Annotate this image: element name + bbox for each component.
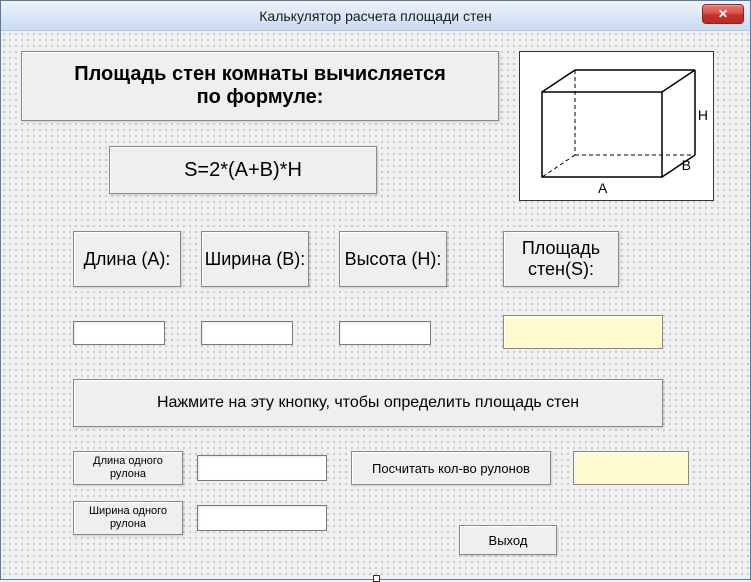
calc-area-label: Нажмите на эту кнопку, чтобы определить … [157,394,579,412]
header-panel: Площадь стен комнаты вычисляется по форм… [21,51,499,121]
header-text-line2: по формуле: [197,86,324,109]
app-window: Калькулятор расчета площади стен ✕ Площа… [0,0,751,580]
height-label-panel: Высота (H): [339,231,447,287]
room-diagram: H B A [519,51,714,201]
resize-handle-icon[interactable] [373,575,380,582]
calc-area-button[interactable]: Нажмите на эту кнопку, чтобы определить … [73,379,663,427]
exit-button[interactable]: Выход [459,525,557,555]
formula-text: S=2*(A+B)*H [184,159,302,182]
width-label-panel: Ширина (B): [201,231,309,287]
width-input[interactable] [201,321,293,345]
length-label-panel: Длина (A): [73,231,181,287]
width-label: Ширина (B): [205,249,306,270]
area-output [503,315,663,349]
diagram-label-b: B [682,157,691,173]
header-text-line1: Площадь стен комнаты вычисляется [74,63,446,86]
area-label-panel: Площадь стен(S): [503,231,619,287]
formula-panel: S=2*(A+B)*H [109,146,377,194]
exit-label: Выход [489,533,528,548]
area-label: Площадь стен(S): [504,238,618,280]
length-input[interactable] [73,321,165,345]
rolls-output [573,451,689,485]
height-label: Высота (H): [345,249,442,270]
roll-length-input[interactable] [197,455,327,481]
roll-width-input[interactable] [197,505,327,531]
close-icon: ✕ [718,7,728,21]
roll-width-label: Ширина одного рулона [74,505,182,531]
diagram-label-a: A [598,180,607,196]
titlebar: Калькулятор расчета площади стен ✕ [1,1,750,31]
close-button[interactable]: ✕ [702,4,744,24]
cuboid-icon [520,52,715,202]
roll-length-label: Длина одного рулона [74,455,182,481]
roll-length-label-panel: Длина одного рулона [73,451,183,485]
height-input[interactable] [339,321,431,345]
window-title: Калькулятор расчета площади стен [259,8,491,24]
roll-width-label-panel: Ширина одного рулона [73,501,183,535]
length-label: Длина (A): [84,249,171,270]
calc-rolls-label: Посчитать кол-во рулонов [372,461,530,476]
diagram-label-h: H [698,107,708,123]
client-area: Площадь стен комнаты вычисляется по форм… [1,31,750,579]
calc-rolls-button[interactable]: Посчитать кол-во рулонов [351,451,551,485]
